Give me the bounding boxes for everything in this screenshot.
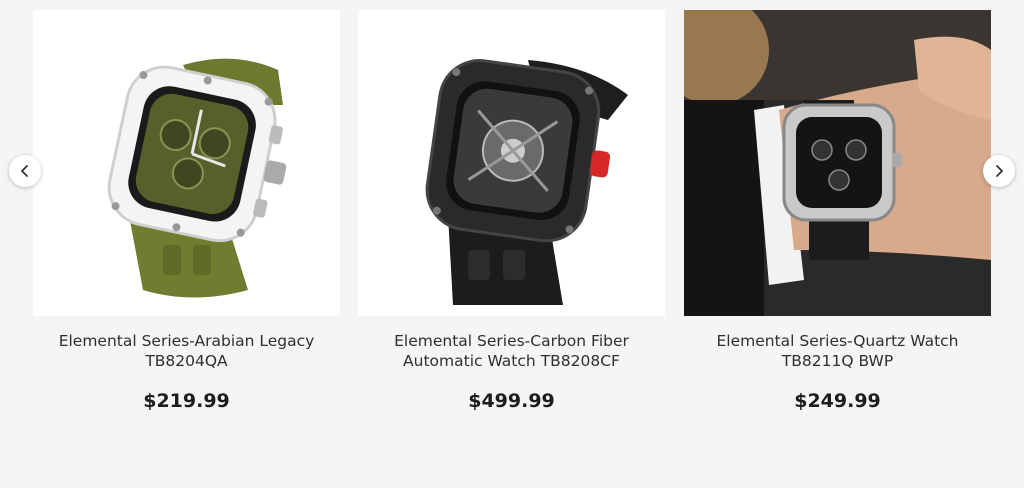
product-title[interactable]: Elemental Series-Carbon Fiber Automatic …	[358, 331, 665, 373]
product-price: $249.99	[794, 390, 881, 412]
product-card[interactable]: Elemental Series-Quartz Watch TB8211Q BW…	[684, 10, 991, 412]
product-title[interactable]: Elemental Series-Arabian Legacy TB8204QA	[33, 331, 340, 373]
product-image[interactable]	[684, 10, 991, 316]
product-price: $499.99	[468, 390, 555, 412]
product-card[interactable]: Elemental Series-Arabian Legacy TB8204QA…	[33, 10, 340, 412]
watch-carbon-black-image	[358, 10, 665, 316]
watch-green-white-image	[33, 10, 340, 316]
carousel-prev-button[interactable]	[9, 155, 41, 187]
product-image[interactable]	[358, 10, 665, 316]
watch-on-wrist-image	[684, 10, 991, 316]
chevron-left-icon	[21, 165, 28, 177]
product-price: $219.99	[143, 390, 230, 412]
chevron-right-icon	[996, 165, 1003, 177]
product-image[interactable]	[33, 10, 340, 316]
product-title[interactable]: Elemental Series-Quartz Watch TB8211Q BW…	[684, 331, 991, 373]
product-card[interactable]: Elemental Series-Carbon Fiber Automatic …	[358, 10, 665, 412]
product-carousel: Elemental Series-Arabian Legacy TB8204QA…	[0, 0, 1024, 488]
carousel-next-button[interactable]	[983, 155, 1015, 187]
